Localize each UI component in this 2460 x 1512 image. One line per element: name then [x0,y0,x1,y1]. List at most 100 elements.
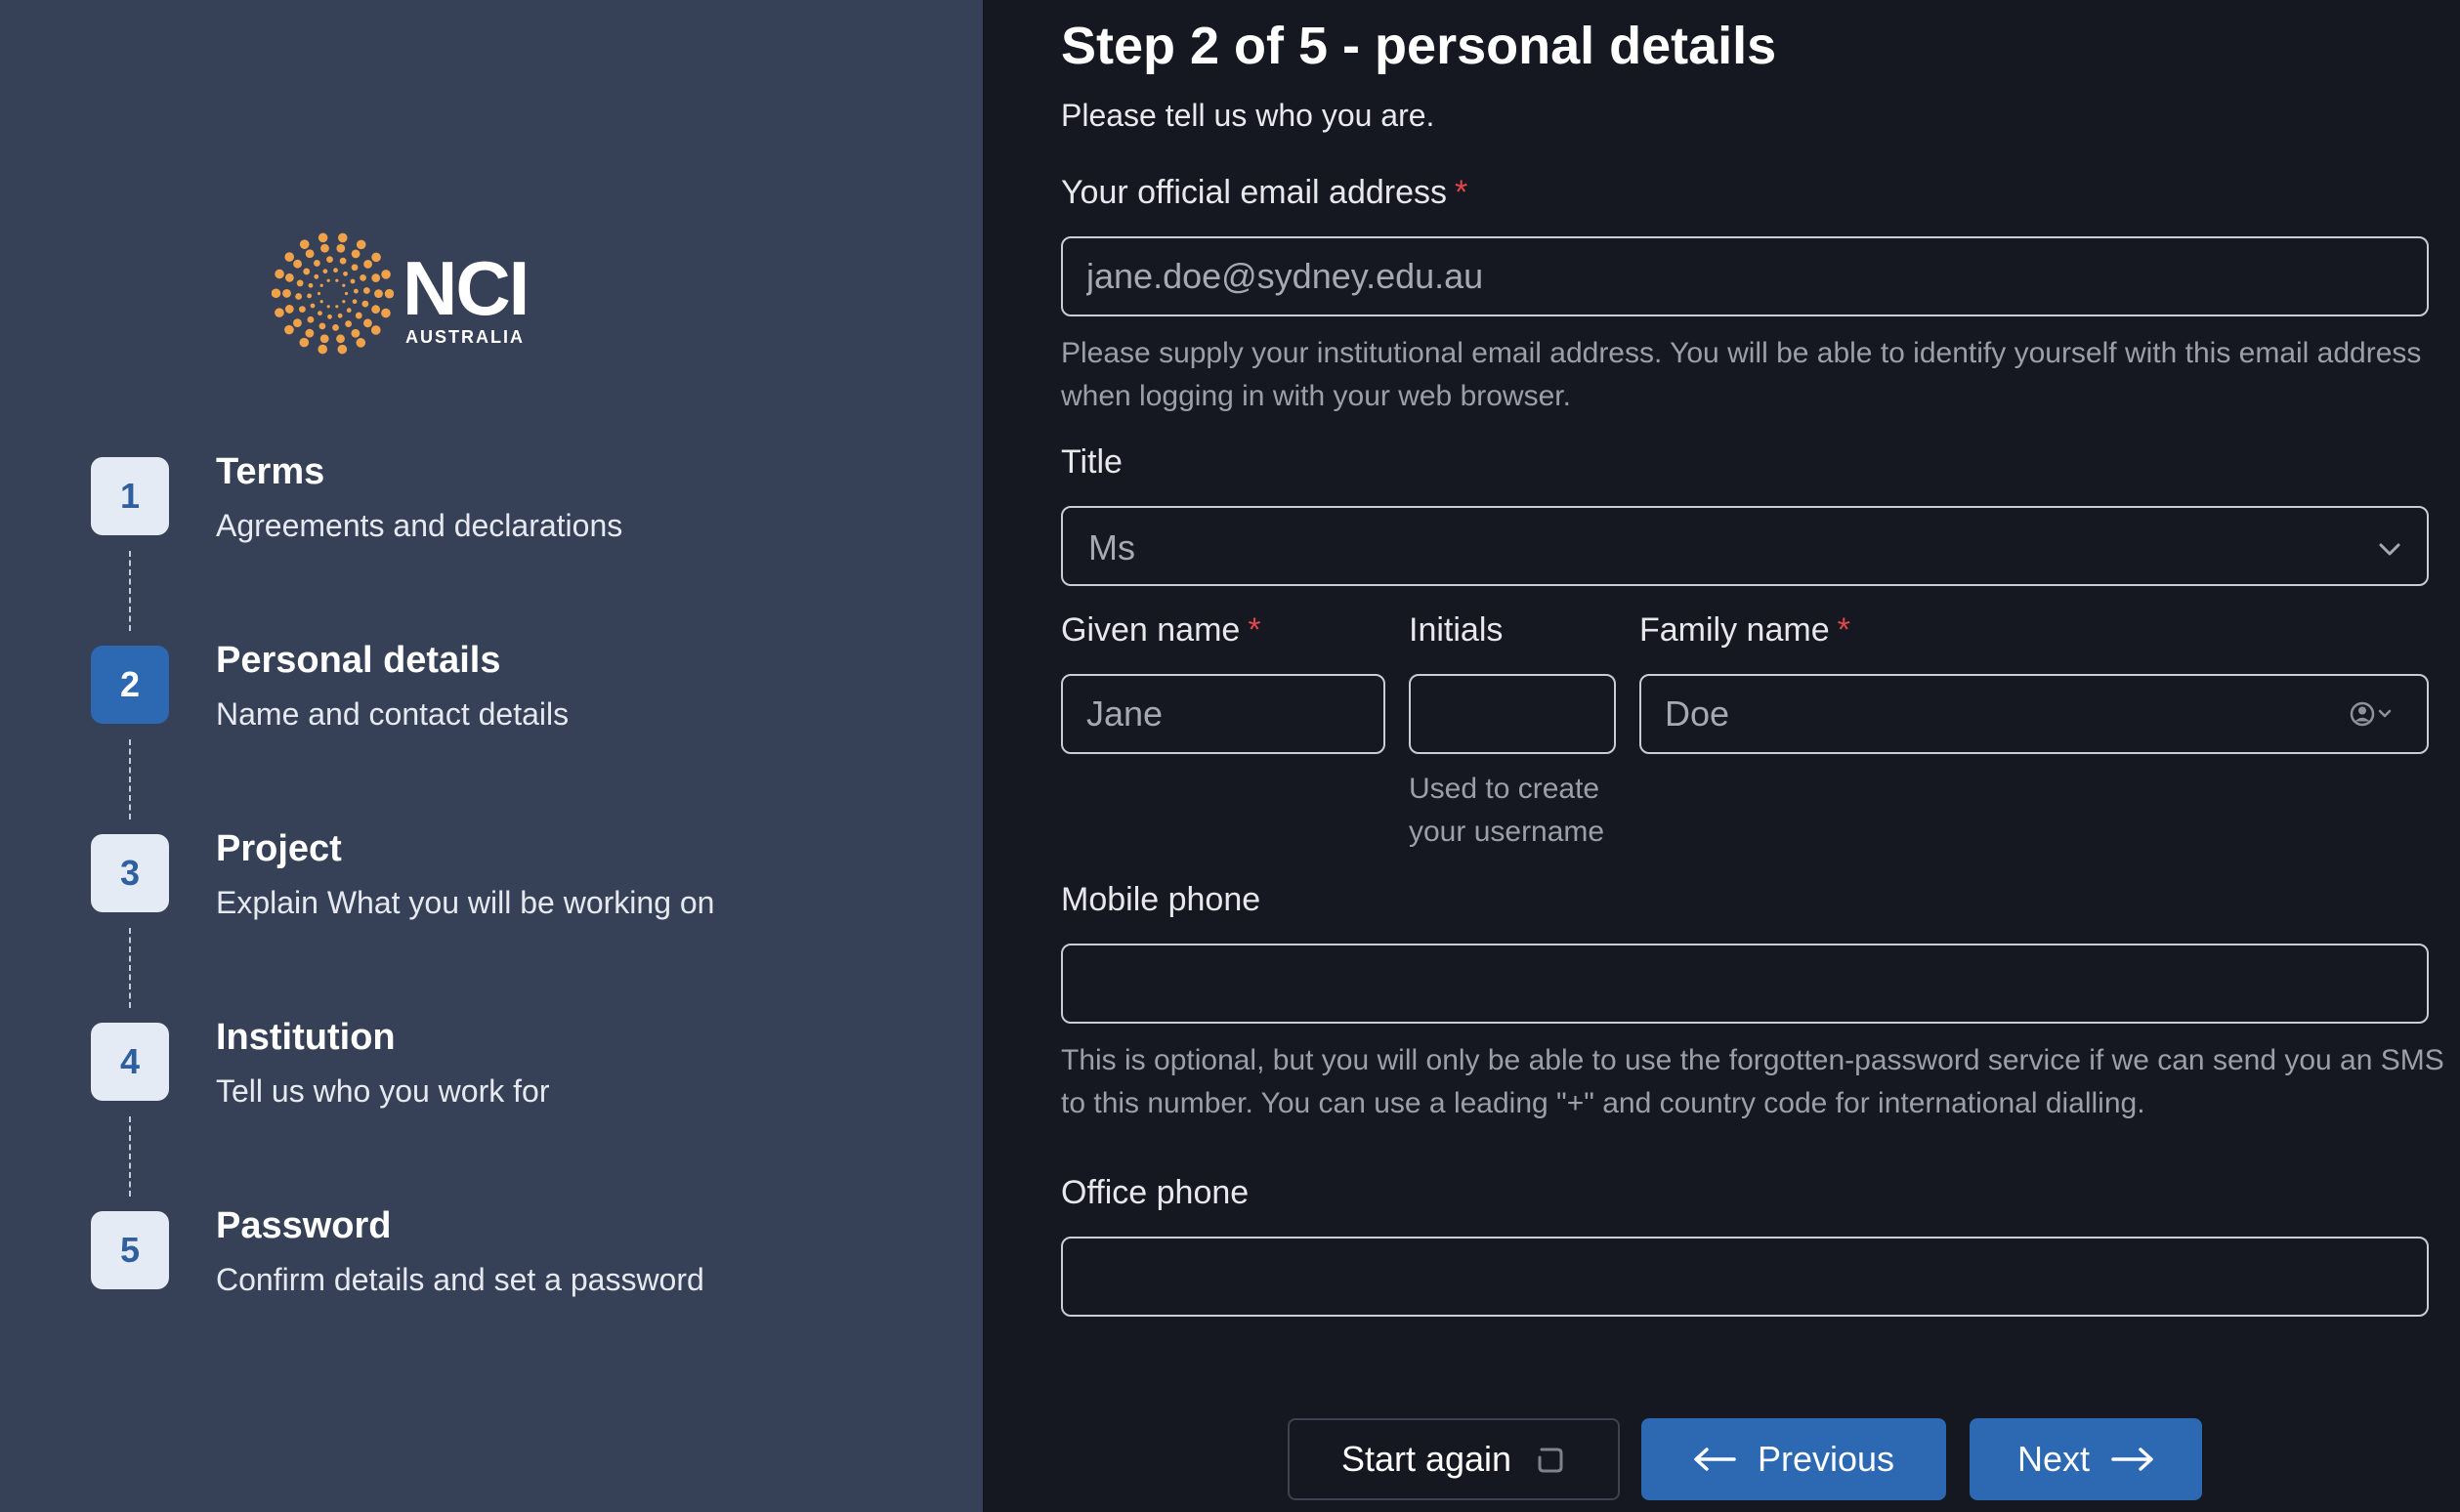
step-title: Personal details [216,640,501,681]
title-select[interactable]: Ms [1061,506,2429,586]
family-name-field[interactable] [1639,674,2429,754]
logo-dot [370,325,381,335]
sidebar: NCI AUSTRALIA 1 Terms Agreements and dec… [0,0,983,1512]
logo-dot [336,334,345,344]
logo-dot [361,300,369,308]
email-field[interactable] [1061,236,2429,316]
initials-field[interactable] [1409,674,1616,754]
logo-dot [350,278,356,284]
title-label: Title [1061,443,1123,481]
logo-dot [299,306,306,313]
required-marker: * [1248,611,1261,649]
logo-dot [355,312,362,319]
logo-dot [335,305,339,309]
personal-details-form: Step 2 of 5 - personal details Please te… [983,0,2460,1512]
logo-dot [342,283,346,287]
arrow-right-icon [2111,1448,2153,1471]
office-phone-field[interactable] [1061,1237,2429,1317]
given-name-label-text: Given name [1061,611,1241,649]
logo-dot [381,270,391,279]
email-help-text: Please supply your institutional email a… [1061,337,2422,412]
logo-dot [284,273,294,282]
logo-dot [318,311,322,316]
logo-dot [374,289,383,299]
logo-dot [352,299,358,305]
previous-button[interactable]: Previous [1641,1418,1946,1500]
logo-dot [314,273,319,279]
logo-dot [310,303,316,309]
page-title: Step 2 of 5 - personal details [1061,17,1777,75]
start-again-button[interactable]: Start again [1288,1418,1620,1500]
arrow-left-icon [1694,1448,1736,1471]
logo-dot [351,264,359,272]
step-title: Terms [216,451,325,492]
logo-text: NCI [403,245,530,331]
step-number: 5 [91,1211,169,1289]
initials-help-text: Used to create your username [1409,773,1605,848]
office-phone-label: Office phone [1061,1174,1250,1211]
logo-dot [384,288,394,299]
given-name-label: Given name * [1061,611,1261,650]
logo-dot [275,308,284,317]
logo-dot [371,252,381,263]
step-personal-details[interactable]: 2 Personal details Name and contact deta… [0,640,983,777]
step-terms[interactable]: 1 Terms Agreements and declarations [0,451,983,588]
step-description: Confirm details and set a password [216,1262,704,1297]
nci-logo: NCI AUSTRALIA [272,232,535,355]
logo-dot [307,293,313,299]
logo-dot [282,288,291,298]
family-name-label-text: Family name [1639,611,1830,649]
logo-dot [337,344,348,355]
logo-dot [317,291,321,296]
step-description: Name and contact details [216,696,570,732]
step-number: 3 [91,834,169,912]
logo-dot [344,291,349,296]
step-number: 4 [91,1023,169,1101]
step-password[interactable]: 5 Password Confirm details and set a pas… [0,1205,983,1342]
step-number: 1 [91,457,169,535]
step-connector [129,1116,131,1197]
logo-dot [356,239,366,250]
mobile-phone-field[interactable] [1061,944,2429,1024]
logo-dot [353,288,359,294]
logo-dot [308,282,314,288]
step-institution[interactable]: 4 Institution Tell us who you work for [0,1017,983,1154]
next-button[interactable]: Next [1970,1418,2202,1500]
logo-dot [326,305,330,309]
logo-dot [307,315,315,323]
required-marker: * [1455,174,1468,211]
logo-dot [319,334,329,344]
mobile-phone-help-text: This is optional, but you will only be a… [1061,1044,2444,1119]
logo-dot [351,249,361,259]
logo-dot [284,324,294,335]
logo-dot [363,259,372,269]
step-title: Institution [216,1017,396,1058]
step-project[interactable]: 3 Project Explain What you will be worki… [0,828,983,965]
logo-dot [296,279,304,287]
logo-dot [336,243,346,253]
logo-dot [299,337,310,348]
start-again-label: Start again [1340,1439,1512,1479]
logo-dot [333,268,338,273]
logo-dot [319,283,323,287]
user-autofill-icon[interactable] [2349,699,2399,729]
logo-dot [319,300,323,304]
logo-dot [351,328,361,338]
logo-subtext: AUSTRALIA [405,327,525,347]
logo-dot [305,249,315,259]
logo-dot [332,323,339,331]
logo-dot [339,257,347,265]
logo-dot [318,232,328,243]
family-name-wrapper [1639,674,2429,754]
given-name-field[interactable] [1061,674,1385,754]
logo-dot [303,268,311,275]
logo-dot [343,271,348,276]
logo-dot [320,243,329,253]
logo-dot [342,300,346,304]
logo-dot [360,274,366,281]
logo-dot [326,256,333,264]
logo-dot [299,239,310,249]
logo-dot [318,322,326,330]
logo-dot [284,252,295,262]
mobile-phone-label: Mobile phone [1061,881,1261,918]
